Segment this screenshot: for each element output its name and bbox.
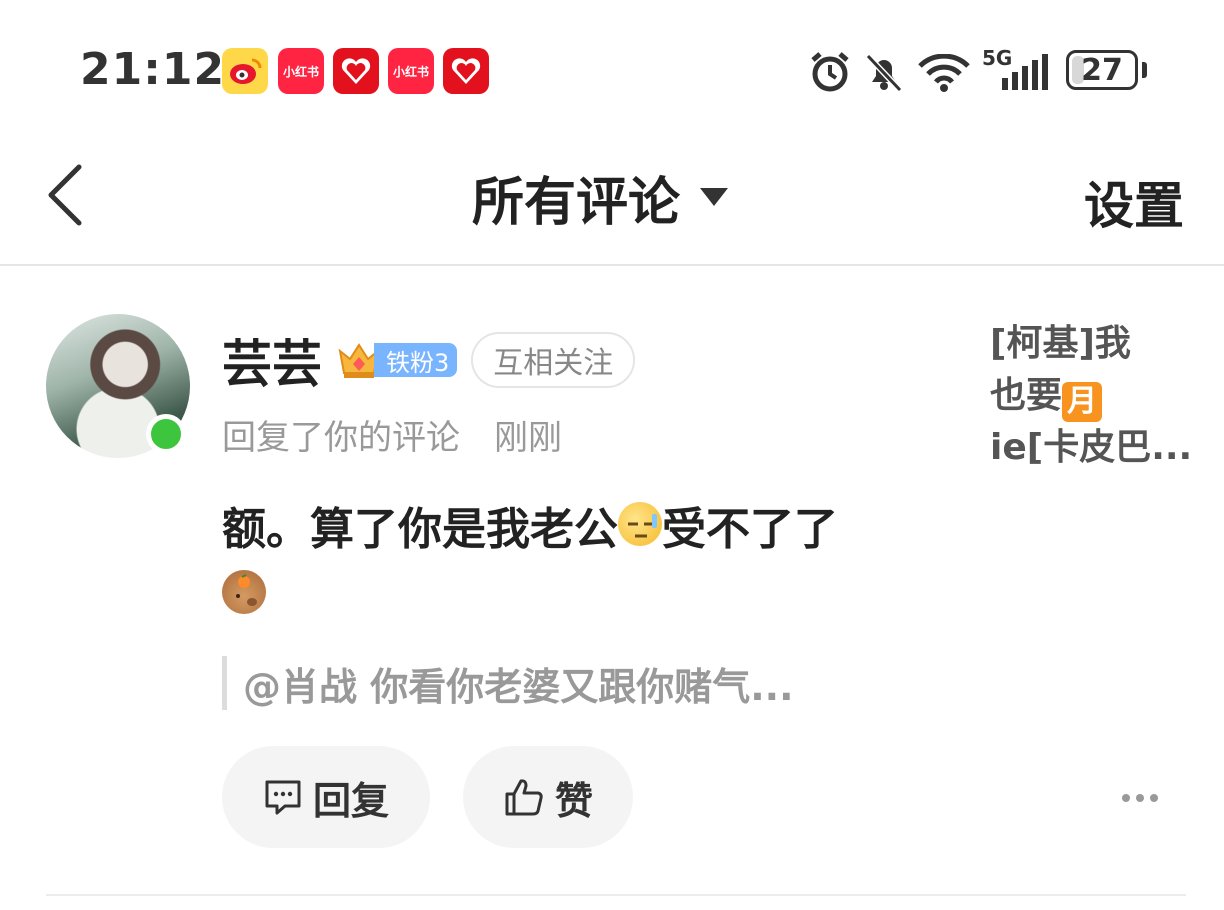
preview-line-3: ie[卡皮巴...: [990, 427, 1190, 468]
battery-icon: 27: [1066, 50, 1138, 90]
xiaohongshu-app-icon: 小红书: [388, 48, 434, 94]
settings-button[interactable]: 设置: [1084, 166, 1184, 238]
status-time: 21:12: [80, 44, 226, 95]
pinduoduo-app-icon: [443, 48, 489, 94]
preview-line-1: [柯基]我: [990, 323, 1131, 364]
divider: [46, 894, 1186, 896]
pinduoduo-app-icon: [333, 48, 379, 94]
capybara-emoji-icon: [222, 570, 266, 614]
status-bar: 21:12 小红书 小红书 5G 27: [0, 0, 1224, 130]
more-options-button[interactable]: [1110, 780, 1170, 816]
more-dot-icon: [1150, 794, 1158, 802]
fan-badge[interactable]: 铁粉3: [336, 337, 458, 383]
chevron-left-icon: [48, 164, 82, 226]
awkward-face-emoji-icon: [618, 502, 662, 546]
battery-level: 27: [1081, 52, 1123, 88]
comment-text-part2: 受不了了: [662, 504, 838, 555]
header: 所有评论 设置: [0, 130, 1224, 266]
bell-off-icon: [862, 50, 906, 98]
comment-filter-dropdown[interactable]: 所有评论: [472, 162, 730, 233]
more-dot-icon: [1136, 794, 1144, 802]
comment-icon: [265, 780, 301, 815]
signal-icon: [1000, 52, 1050, 96]
like-button[interactable]: 赞: [463, 746, 633, 848]
reply-button[interactable]: 回复: [222, 746, 430, 848]
mutual-follow-badge: 互相关注: [471, 332, 636, 388]
back-button[interactable]: [40, 160, 90, 230]
moon-emoji-icon: 月: [1062, 382, 1103, 422]
comments-page: 21:12 小红书 小红书 5G 27 所有评论 设置 芸芸 铁粉3 互相关注 …: [0, 0, 1224, 910]
caret-down-icon: [700, 188, 729, 206]
fan-level-label: 铁粉3: [374, 343, 458, 377]
user-row: 芸芸 铁粉3 互相关注: [222, 328, 636, 393]
wifi-icon: [918, 53, 970, 98]
action-text: 回复了你的评论: [222, 418, 460, 458]
alarm-icon: [808, 50, 852, 98]
thumbs-up-icon: [505, 779, 543, 816]
preview-line-2: 也要月: [990, 370, 1190, 422]
comment-text-part1: 额。算了你是我老公: [222, 504, 618, 555]
original-comment-preview[interactable]: [柯基]我 也要月 ie[卡皮巴...: [990, 318, 1190, 474]
weibo-app-icon: [222, 48, 268, 94]
xiaohongshu-app-icon: 小红书: [278, 48, 324, 94]
battery-tip: [1142, 62, 1147, 78]
reply-label: 回复: [312, 778, 389, 823]
online-status-dot: [146, 414, 186, 454]
more-dot-icon: [1122, 794, 1130, 802]
page-title: 所有评论: [472, 172, 681, 233]
like-label: 赞: [554, 778, 593, 823]
username[interactable]: 芸芸: [222, 324, 322, 396]
timestamp: 刚刚: [494, 418, 562, 458]
preview-line-2-text: 也要: [990, 375, 1063, 416]
comment-body[interactable]: 额。算了你是我老公 受不了了: [222, 496, 942, 632]
notification-meta: 回复了你的评论 刚刚: [222, 410, 562, 459]
quoted-comment[interactable]: @肖战 你看你老婆又跟你赌气...: [222, 656, 794, 710]
